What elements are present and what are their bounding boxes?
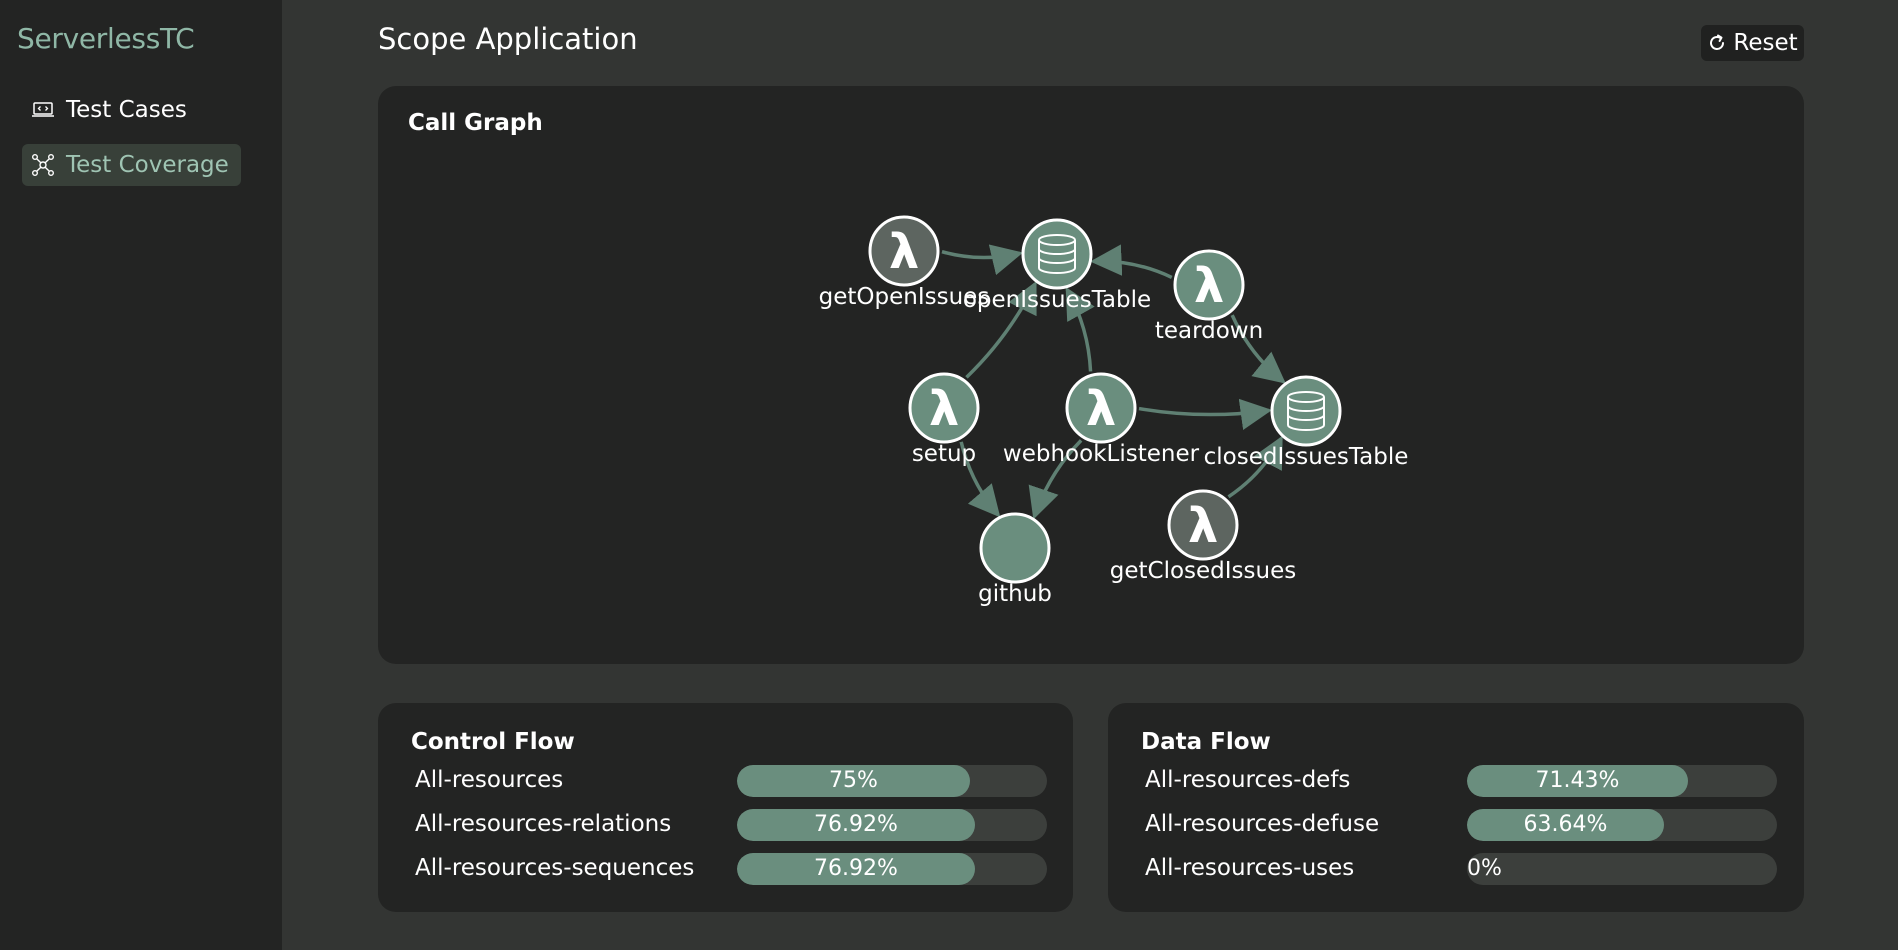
metric-label: All-resources-relations — [415, 811, 672, 837]
progress-bar-value: 71.43% — [1535, 768, 1620, 793]
metric-label: All-resources-defs — [1145, 767, 1351, 793]
sidebar-item-test-cases[interactable]: Test Cases — [22, 89, 199, 131]
graph-node-github[interactable]: github — [978, 512, 1052, 607]
graph-edge[interactable] — [1090, 244, 1173, 279]
graph-node-label: setup — [912, 441, 976, 467]
graph-node-label: webhookListener — [1003, 441, 1200, 467]
graph-node-openIssuesTable[interactable]: openIssuesTable — [963, 218, 1151, 313]
lambda-icon: λ — [1188, 498, 1218, 554]
lambda-icon: λ — [929, 381, 959, 437]
graph-node-label: getClosedIssues — [1110, 558, 1296, 584]
progress-bar-value: 76.92% — [814, 856, 898, 881]
control-flow-title: Control Flow — [411, 729, 575, 755]
coverage-metric-row: All-resources-defuse 63.64% — [1145, 809, 1777, 841]
graph-node-label: openIssuesTable — [963, 287, 1151, 313]
control-flow-card: Control Flow All-resources 75% All-resourc… — [378, 703, 1073, 912]
progress-bar: 76.92% — [737, 809, 1047, 841]
metric-label: All-resources-sequences — [415, 855, 695, 881]
graph-node-teardown[interactable]: λ teardown — [1155, 249, 1263, 344]
page-title: Scope Application — [378, 22, 638, 56]
reset-button[interactable]: Reset — [1701, 25, 1804, 61]
coverage-metric-row: All-resources-sequences 76.92% — [415, 853, 1047, 885]
progress-bar: 71.43% — [1467, 765, 1777, 797]
lambda-icon: λ — [889, 224, 919, 280]
coverage-metric-row: All-resources-defs 71.43% — [1145, 765, 1777, 797]
graph-node-label: teardown — [1155, 318, 1263, 344]
sidebar-item-test-coverage[interactable]: Test Coverage — [22, 144, 241, 186]
lambda-icon: λ — [1194, 258, 1224, 314]
progress-bar: 63.64% — [1467, 809, 1777, 841]
data-flow-title: Data Flow — [1141, 729, 1271, 755]
metric-label: All-resources-uses — [1145, 855, 1355, 881]
graph-node-getClosedIssues[interactable]: λ getClosedIssues — [1110, 489, 1296, 584]
graph-node-webhookListener[interactable]: λ webhookListener — [1003, 372, 1200, 467]
progress-bar-value: 0% — [1467, 856, 1502, 881]
progress-bar-value: 63.64% — [1523, 812, 1608, 837]
call-graph-card: Call Graph λ getOpenIssues openIssuesTable… — [378, 86, 1804, 664]
lambda-icon: λ — [1086, 381, 1116, 437]
graph-edge[interactable] — [1138, 398, 1273, 430]
progress-bar: 75% — [737, 765, 1047, 797]
coverage-metric-row: All-resources 75% — [415, 765, 1047, 797]
graph-node-label: closedIssuesTable — [1204, 444, 1409, 470]
progress-bar: 76.92% — [737, 853, 1047, 885]
data-flow-card: Data Flow All-resources-defs 71.43% All-re… — [1108, 703, 1804, 912]
coverage-metric-row: All-resources-uses 0% — [1145, 853, 1777, 885]
graph-nodes-icon — [30, 152, 56, 178]
laptop-code-icon — [30, 97, 56, 123]
progress-bar-value: 76.92% — [814, 812, 898, 837]
progress-bar: 0% — [1467, 853, 1777, 885]
graph-node-setup[interactable]: λ setup — [908, 372, 980, 467]
graph-node-circle[interactable] — [979, 512, 1051, 584]
progress-bar-value: 75% — [829, 768, 878, 793]
sidebar: ServerlessTC Test Cases Test Coverage — [0, 0, 282, 950]
sidebar-item-label: Test Cases — [66, 97, 187, 123]
coverage-metric-row: All-resources-relations 76.92% — [415, 809, 1047, 841]
call-graph-canvas[interactable]: λgetOpenIssuesopenIssuesTable λteardownλs… — [378, 86, 1804, 664]
graph-edge[interactable] — [941, 244, 1024, 276]
metric-label: All-resources — [415, 767, 564, 793]
app-brand[interactable]: ServerlessTC — [17, 22, 195, 55]
graph-node-closedIssuesTable[interactable]: closedIssuesTable — [1204, 375, 1409, 470]
refresh-icon — [1707, 33, 1727, 53]
sidebar-item-label: Test Coverage — [66, 152, 229, 178]
graph-node-label: github — [978, 581, 1052, 607]
reset-label: Reset — [1733, 30, 1798, 56]
metric-label: All-resources-defuse — [1145, 811, 1380, 837]
